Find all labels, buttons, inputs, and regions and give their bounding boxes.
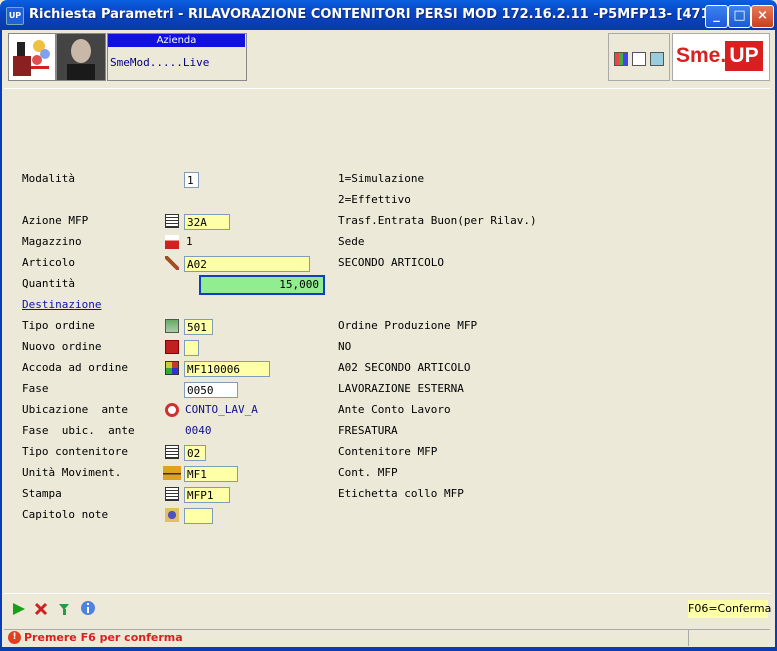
status-message: Premere F6 per conferma	[24, 631, 183, 644]
modalita-desc-1: 1=Simulazione	[338, 172, 425, 185]
order-icon[interactable]	[165, 319, 179, 333]
modalita-desc-2: 2=Effettivo	[338, 193, 411, 206]
table-icon[interactable]	[165, 445, 179, 459]
modalita-input[interactable]: 1	[184, 172, 199, 188]
document-icon[interactable]	[632, 52, 646, 66]
app-logo-icon	[8, 33, 56, 81]
notes-icon[interactable]	[165, 508, 179, 522]
articolo-label: Articolo	[22, 256, 75, 269]
tipo-contenitore-input[interactable]: 02	[184, 445, 206, 461]
magazzino-label: Magazzino	[22, 235, 82, 248]
destinazione-link[interactable]: Destinazione	[22, 298, 101, 311]
app-icon: UP	[6, 7, 24, 25]
azione-mfp-desc: Trasf.Entrata Buon(per Rilav.)	[338, 214, 537, 227]
stampa-input[interactable]: MFP1	[184, 487, 230, 503]
quantita-label: Quantità	[22, 277, 75, 290]
lifebuoy-icon[interactable]	[165, 403, 179, 417]
nuovo-ordine-input[interactable]	[184, 340, 199, 356]
unita-moviment-label: Unità Moviment.	[22, 466, 122, 479]
window-frame	[0, 30, 777, 651]
azienda-label: Azienda	[108, 34, 245, 47]
tipo-ordine-input[interactable]: 501	[184, 319, 213, 335]
divider	[4, 88, 770, 89]
accoda-ordine-label: Accoda ad ordine	[22, 361, 128, 374]
capitolo-note-label: Capitolo note	[22, 508, 109, 521]
azione-mfp-label: Azione MFP	[22, 214, 89, 227]
accoda-ordine-input[interactable]: MF110006	[184, 361, 270, 377]
fase-label: Fase	[22, 382, 49, 395]
tipo-ordine-label: Tipo ordine	[22, 319, 95, 332]
brand-text: Sme.	[676, 44, 727, 67]
magazzino-desc: Sede	[338, 235, 365, 248]
tipo-contenitore-desc: Contenitore MFP	[338, 445, 438, 458]
nuovo-ordine-desc: NO	[338, 340, 352, 353]
status-cell	[688, 630, 769, 646]
forklift-icon[interactable]	[163, 466, 181, 480]
articolo-desc: SECONDO ARTICOLO	[338, 256, 444, 269]
ubicazione-ante-desc: Ante Conto Lavoro	[338, 403, 451, 416]
unita-moviment-desc: Cont. MFP	[338, 466, 398, 479]
divider	[4, 593, 770, 594]
fase-ubic-ante-value: 0040	[185, 424, 212, 437]
maximize-button[interactable]: □	[728, 5, 751, 28]
book-icon[interactable]	[650, 52, 664, 66]
user-avatar	[56, 33, 106, 81]
cancel-icon[interactable]	[34, 601, 48, 620]
quantita-input[interactable]: 15,000	[199, 275, 325, 295]
window-title: Richiesta Parametri - RILAVORAZIONE CONT…	[29, 7, 772, 22]
unita-moviment-input[interactable]: MF1	[184, 466, 238, 482]
azione-mfp-input[interactable]: 32A	[184, 214, 230, 230]
ubicazione-ante-label: Ubicazione ante	[22, 403, 128, 416]
tipo-contenitore-label: Tipo contenitore	[22, 445, 128, 458]
info-icon[interactable]	[80, 600, 96, 620]
modalita-label: Modalità	[22, 172, 75, 185]
fase-ubic-ante-label: Fase ubic. ante	[22, 424, 135, 437]
brand-up: UP	[725, 41, 763, 71]
table-icon[interactable]	[165, 487, 179, 501]
magazzino-value: 1	[186, 235, 193, 248]
refresh-icon[interactable]	[57, 601, 71, 620]
palette-icon[interactable]	[614, 52, 628, 66]
ubicazione-ante-value: CONTO_LAV_A	[185, 403, 258, 416]
tipo-ordine-desc: Ordine Produzione MFP	[338, 319, 478, 332]
table-icon[interactable]	[165, 214, 179, 228]
tool-icon[interactable]	[165, 256, 179, 270]
azienda-value: SmeMod.....Live	[110, 56, 210, 69]
fase-input[interactable]: 0050	[184, 382, 238, 398]
close-button[interactable]: ×	[751, 5, 774, 28]
factory-icon[interactable]	[165, 235, 179, 249]
fase-desc: LAVORAZIONE ESTERNA	[338, 382, 464, 395]
articolo-input[interactable]: A02	[184, 256, 310, 272]
yes-no-icon[interactable]	[165, 340, 179, 354]
f06-confirm-hint[interactable]: F06=Conferma	[688, 600, 771, 618]
nuovo-ordine-label: Nuovo ordine	[22, 340, 102, 353]
accoda-ordine-desc: A02 SECONDO ARTICOLO	[338, 361, 471, 374]
capitolo-note-input[interactable]	[184, 508, 213, 524]
error-icon: !	[8, 631, 21, 644]
minimize-button[interactable]: _	[705, 5, 728, 28]
stampa-desc: Etichetta collo MFP	[338, 487, 464, 500]
stampa-label: Stampa	[22, 487, 62, 500]
play-icon[interactable]	[12, 601, 26, 620]
grid-icon[interactable]	[165, 361, 179, 375]
fase-ubic-ante-desc: FRESATURA	[338, 424, 398, 437]
